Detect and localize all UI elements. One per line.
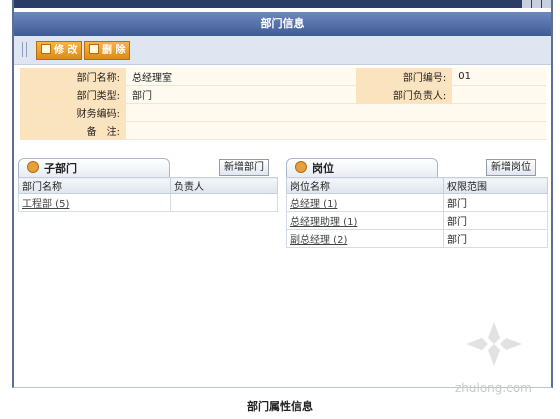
head-label: 部门负责人: bbox=[356, 85, 453, 104]
position-scope-cell: 部门 bbox=[443, 211, 548, 230]
page-title: 部门信息 bbox=[14, 12, 551, 36]
watermark-logo-icon bbox=[466, 322, 522, 366]
head-value bbox=[452, 85, 546, 104]
finance-code-label: 财务编码: bbox=[20, 103, 126, 122]
department-info-form: 部门名称: 总经理室 部门编号: 01 部门类型: 部门 部门负责人: 财务编码… bbox=[20, 68, 546, 140]
delete-icon bbox=[89, 44, 99, 54]
dept-name-link[interactable]: 工程部 (5) bbox=[18, 193, 171, 212]
dept-head-cell bbox=[170, 193, 278, 212]
toolbar: 修 改 删 除 bbox=[14, 36, 551, 65]
name-value: 总经理室 bbox=[126, 68, 357, 86]
type-label: 部门类型: bbox=[20, 85, 126, 104]
table-row: 工程部 (5) bbox=[18, 193, 278, 212]
add-department-button[interactable]: 新增部门 bbox=[219, 159, 269, 176]
window-titlebar bbox=[14, 0, 551, 8]
code-value: 01 bbox=[452, 68, 546, 86]
column-header-position-name: 岗位名称 bbox=[286, 177, 444, 194]
position-scope-cell: 部门 bbox=[443, 193, 548, 212]
note-label: 备 注: bbox=[20, 121, 126, 140]
figure-caption: 部门属性信息 bbox=[247, 400, 313, 413]
watermark-text: zhulong.com bbox=[455, 381, 532, 395]
sub-department-table: 部门名称 负责人 工程部 (5) bbox=[18, 177, 278, 212]
toolbar-grip-icon bbox=[22, 42, 27, 57]
close-icon[interactable] bbox=[541, 0, 551, 8]
column-header-dept-head: 负责人 bbox=[170, 177, 278, 194]
code-label: 部门编号: bbox=[356, 68, 453, 86]
position-name-link[interactable]: 总经理 (1) bbox=[286, 193, 444, 212]
department-icon bbox=[27, 161, 39, 173]
table-row: 总经理助理 (1) 部门 bbox=[286, 211, 548, 230]
name-label: 部门名称: bbox=[20, 68, 126, 86]
note-value bbox=[126, 121, 546, 140]
column-header-scope: 权限范围 bbox=[443, 177, 548, 194]
edit-button[interactable]: 修 改 bbox=[36, 41, 83, 60]
position-scope-cell: 部门 bbox=[443, 229, 548, 248]
edit-icon bbox=[41, 44, 51, 54]
position-icon bbox=[295, 161, 307, 173]
finance-code-value bbox=[126, 103, 546, 122]
column-header-dept-name: 部门名称 bbox=[18, 177, 171, 194]
maximize-icon[interactable] bbox=[531, 0, 541, 8]
table-row: 副总经理 (2) 部门 bbox=[286, 229, 548, 248]
tab-positions[interactable]: 岗位 bbox=[286, 158, 438, 178]
tab-sub-department[interactable]: 子部门 bbox=[18, 158, 170, 178]
position-name-link[interactable]: 副总经理 (2) bbox=[286, 229, 444, 248]
table-row: 总经理 (1) 部门 bbox=[286, 193, 548, 212]
type-value: 部门 bbox=[126, 85, 357, 104]
minimize-icon[interactable] bbox=[521, 0, 531, 8]
add-position-button[interactable]: 新增岗位 bbox=[486, 159, 536, 176]
delete-button[interactable]: 删 除 bbox=[84, 41, 131, 60]
positions-table: 岗位名称 权限范围 总经理 (1) 部门 总经理助理 (1) 部门 副总经理 (… bbox=[286, 177, 548, 248]
position-name-link[interactable]: 总经理助理 (1) bbox=[286, 211, 444, 230]
